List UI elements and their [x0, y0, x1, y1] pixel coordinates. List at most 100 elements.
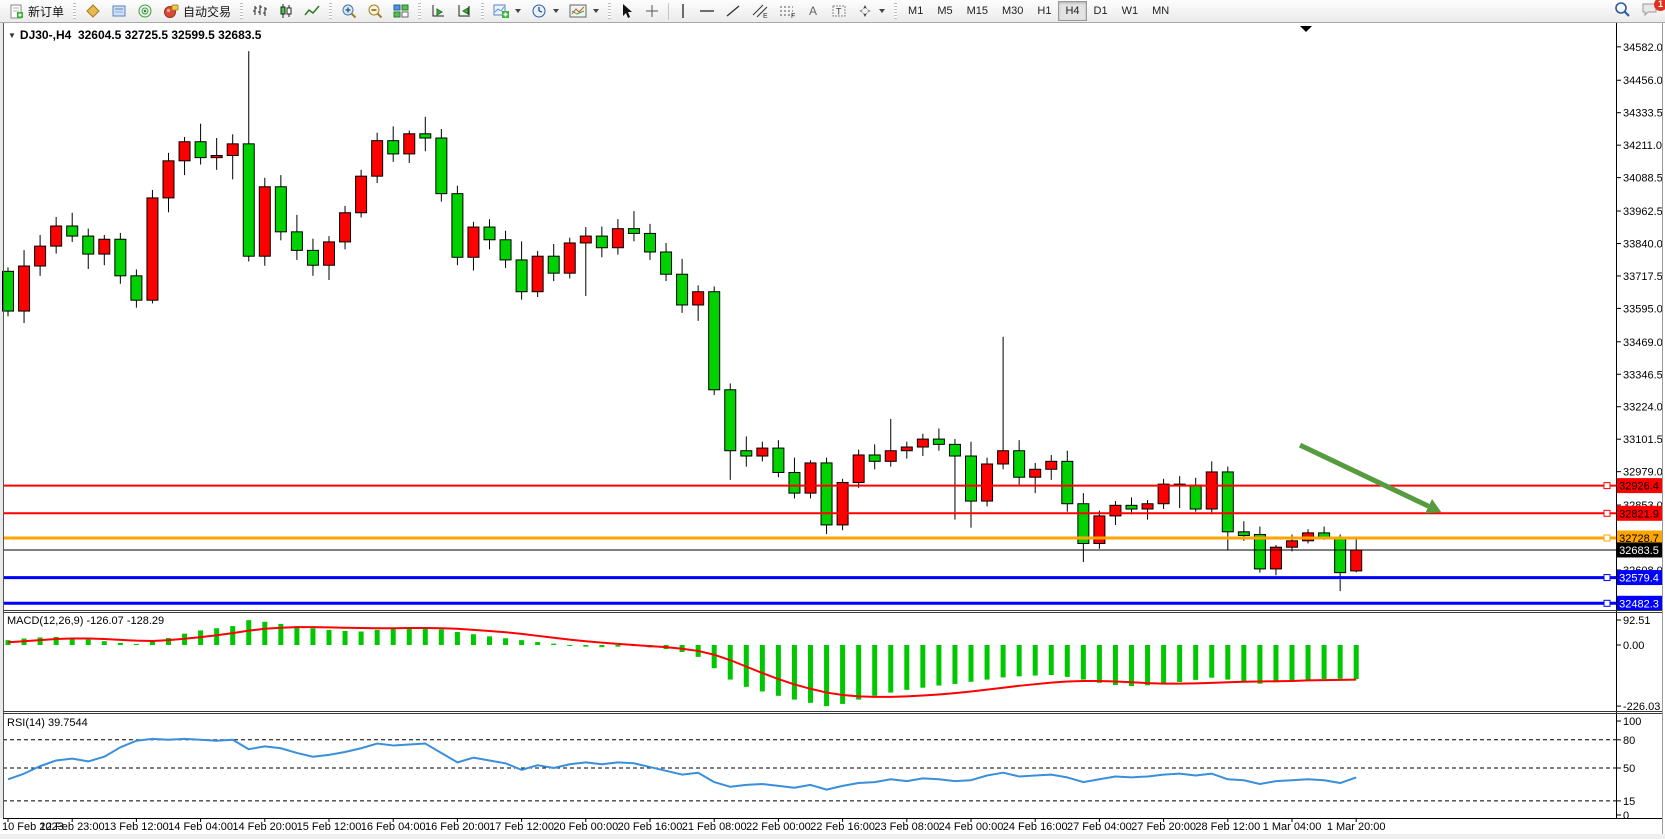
price-line-anchor[interactable]	[1604, 575, 1610, 581]
candle-bear	[677, 274, 688, 305]
candle-bull	[211, 156, 222, 158]
chart-shift-marker[interactable]	[1300, 26, 1312, 32]
zoom-in-button[interactable]	[336, 0, 362, 22]
cursor-tool-button[interactable]	[615, 0, 639, 22]
crosshair-tool-button[interactable]	[639, 0, 665, 22]
notification-badge: 1	[1654, 0, 1665, 11]
auto-trading-icon	[163, 3, 179, 19]
text-label-tool-button[interactable]: T	[826, 0, 852, 22]
candle-bear	[966, 456, 977, 501]
channel-tool-button[interactable]: E	[746, 0, 774, 22]
price-line-anchor[interactable]	[1604, 535, 1610, 541]
macd-bar	[920, 645, 925, 688]
search-icon[interactable]	[1614, 1, 1631, 23]
macd-indicator-label: MACD(12,26,9) -126.07 -128.29	[7, 615, 164, 627]
macd-bar	[567, 645, 572, 646]
candle-bull	[1206, 472, 1217, 509]
svg-text:E: E	[763, 13, 768, 19]
price-line-anchor[interactable]	[1604, 600, 1610, 606]
price-line-badge-label: 32821.9	[1619, 508, 1659, 520]
tile-windows-icon	[393, 3, 409, 19]
tab-timeframe-d1[interactable]: D1	[1087, 1, 1115, 21]
candle-bull	[612, 229, 623, 248]
macd-bar	[888, 645, 893, 693]
candle-bear	[83, 236, 94, 254]
trend-arrow[interactable]	[1300, 445, 1429, 506]
date-axis-label: 16 Feb 20:00	[425, 821, 490, 833]
periods-button[interactable]	[526, 0, 564, 22]
tab-timeframe-mn[interactable]: MN	[1145, 1, 1176, 21]
macd-bar	[856, 645, 861, 700]
chart-expander-icon[interactable]: ▼	[8, 31, 16, 40]
macd-bar	[904, 645, 909, 690]
toolbar-grip	[73, 3, 76, 19]
candle-bear	[243, 144, 254, 256]
candlestick-mode-button[interactable]	[273, 0, 299, 22]
date-axis-label: 14 Feb 20:00	[232, 821, 297, 833]
trendline-tool-button[interactable]	[720, 0, 746, 22]
candle-bull	[324, 242, 335, 265]
price-line-anchor[interactable]	[1604, 510, 1610, 516]
arrows-tool-button[interactable]	[852, 0, 890, 22]
rsi-pane	[3, 721, 1621, 815]
chart-shift-button[interactable]	[451, 0, 477, 22]
rsi-axis-label: 80	[1623, 735, 1635, 747]
price-line-anchor[interactable]	[1604, 483, 1610, 489]
candle-bull	[1142, 504, 1153, 509]
candle-bull	[1351, 550, 1362, 571]
date-axis-label: 27 Feb 20:00	[1131, 821, 1196, 833]
zoom-out-button[interactable]	[362, 0, 388, 22]
signals-button[interactable]	[132, 0, 158, 22]
chart-canvas[interactable]: 34582.034456.034333.534211.034088.533962…	[0, 0, 1665, 839]
notifications-button[interactable]: 1	[1641, 1, 1659, 22]
fibonacci-tool-button[interactable]: F	[774, 0, 802, 22]
chart-title[interactable]: ▼DJ30-,H4 32604.5 32725.5 32599.5 32683.…	[8, 28, 261, 42]
candle-bull	[757, 448, 768, 456]
new-order-button[interactable]: 新订单	[4, 0, 69, 22]
auto-trading-label: 自动交易	[183, 3, 231, 20]
candle-bear	[773, 448, 784, 472]
macd-bar	[952, 645, 957, 684]
tab-timeframe-m5[interactable]: M5	[930, 1, 959, 21]
tab-timeframe-h4[interactable]: H4	[1058, 1, 1086, 21]
auto-scroll-button[interactable]	[425, 0, 451, 22]
price-axis-label: 34456.0	[1623, 75, 1663, 87]
toolbar-grip	[418, 3, 421, 19]
tab-timeframe-m1[interactable]: M1	[901, 1, 930, 21]
macd-bar	[728, 645, 733, 680]
macd-bar	[792, 645, 797, 700]
charts-button[interactable]	[80, 0, 106, 22]
auto-trading-button[interactable]: 自动交易	[158, 0, 236, 22]
horizontal-line-tool-button[interactable]	[694, 0, 720, 22]
bar-chart-mode-button[interactable]	[247, 0, 273, 22]
macd-bar	[599, 645, 604, 647]
main-toolbar: 新订单 自动交易 E F A T M1 M5 M15 M30 H1 H4 D1 …	[0, 0, 1665, 23]
new-order-label: 新订单	[28, 3, 64, 20]
candle-bull	[982, 464, 993, 501]
sonar-icon	[137, 3, 153, 19]
candle-bear	[645, 233, 656, 252]
add-indicator-button[interactable]	[488, 0, 526, 22]
tab-timeframe-m15[interactable]: M15	[960, 1, 995, 21]
tile-windows-button[interactable]	[388, 0, 414, 22]
candle-bull	[1030, 469, 1041, 477]
macd-bar	[391, 628, 396, 645]
candle-bear	[275, 187, 286, 232]
text-tool-button[interactable]: A	[802, 0, 826, 22]
tab-timeframe-m30[interactable]: M30	[995, 1, 1030, 21]
vertical-line-tool-button[interactable]	[672, 0, 694, 22]
window-left-edge	[0, 23, 3, 818]
candle-bear	[1014, 451, 1025, 478]
date-axis-label: 24 Feb 00:00	[939, 821, 1004, 833]
price-line-badge-label: 32926.4	[1619, 481, 1659, 493]
templates-button[interactable]	[564, 0, 604, 22]
line-chart-mode-button[interactable]	[299, 0, 325, 22]
market-watch-button[interactable]	[106, 0, 132, 22]
tab-timeframe-w1[interactable]: W1	[1115, 1, 1146, 21]
candle-bear	[307, 250, 318, 265]
rsi-axis-label: 0	[1623, 810, 1629, 822]
cursor-icon	[620, 3, 634, 19]
tab-timeframe-h1[interactable]: H1	[1030, 1, 1058, 21]
price-axis-label: 33717.5	[1623, 271, 1663, 283]
macd-bar	[1257, 645, 1262, 684]
